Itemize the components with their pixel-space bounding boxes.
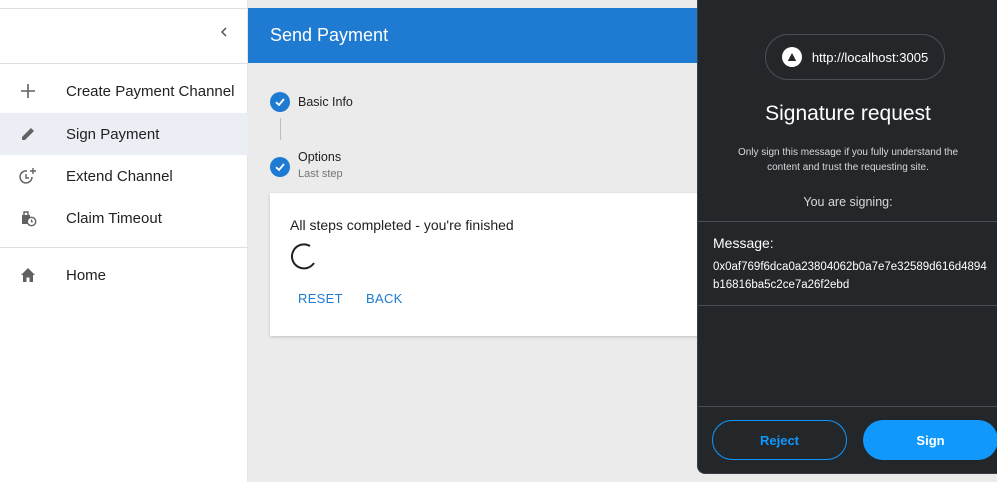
sidebar-item-label: Claim Timeout (66, 209, 162, 227)
reset-button[interactable]: RESET (298, 291, 343, 306)
step-basic-info: Basic Info (270, 92, 353, 112)
step-options: Options Last step (270, 150, 343, 180)
origin-url: http://localhost:3005 (811, 49, 929, 65)
signature-title: Signature request (765, 102, 931, 125)
bag-clock-icon (18, 208, 38, 228)
origin-pill: http://localhost:3005 (765, 34, 945, 80)
back-button[interactable]: BACK (366, 291, 403, 306)
sidebar-top-divider (0, 8, 248, 9)
message-content: 0x0af769f6dca0a23804062b0a7e7e32589d616d… (713, 261, 987, 291)
completion-card: All steps completed - you're finished RE… (270, 193, 730, 336)
signature-warning: Only sign this message if you fully unde… (737, 147, 959, 173)
sidebar-item-sign-payment[interactable]: Sign Payment (0, 113, 248, 155)
site-triangle-icon (781, 47, 802, 67)
completion-message: All steps completed - you're finished (290, 217, 514, 233)
sidebar-item-home[interactable]: Home (0, 254, 248, 296)
sidebar-item-create-payment-channel[interactable]: Create Payment Channel (0, 70, 248, 112)
chevron-left-icon[interactable] (214, 24, 234, 44)
sidebar-item-claim-timeout[interactable]: Claim Timeout (0, 197, 248, 239)
plus-icon (18, 81, 38, 101)
sidebar-item-label: Extend Channel (66, 167, 173, 185)
check-circle-icon (270, 92, 290, 112)
sidebar-item-label: Create Payment Channel (66, 82, 235, 100)
step-sublabel: Last step (298, 168, 343, 180)
popup-divider (698, 406, 997, 407)
step-label: Basic Info (298, 95, 353, 109)
sidebar-divider (0, 63, 248, 64)
page-title: Send Payment (270, 25, 389, 45)
you-are-signing-label: You are signing: (803, 195, 893, 209)
pencil-icon (18, 124, 38, 144)
sign-button[interactable]: Sign (863, 420, 997, 460)
popup-divider (698, 305, 997, 306)
sidebar-item-extend-channel[interactable]: Extend Channel (0, 155, 248, 197)
signature-request-popup: http://localhost:3005 Signature request … (697, 0, 997, 474)
check-circle-icon (270, 157, 290, 177)
sidebar-item-label: Sign Payment (66, 125, 160, 143)
clock-plus-icon (18, 166, 38, 186)
sidebar-item-label: Home (66, 266, 107, 284)
step-connector (280, 118, 281, 140)
sidebar-divider (0, 247, 248, 248)
loading-spinner-icon (288, 240, 320, 272)
home-icon (18, 265, 38, 285)
step-label: Options (298, 150, 342, 164)
reject-button[interactable]: Reject (712, 420, 847, 460)
popup-divider (698, 221, 997, 222)
message-label: Message: (713, 235, 774, 251)
sidebar: Create Payment Channel Sign Payment Exte… (0, 0, 248, 482)
